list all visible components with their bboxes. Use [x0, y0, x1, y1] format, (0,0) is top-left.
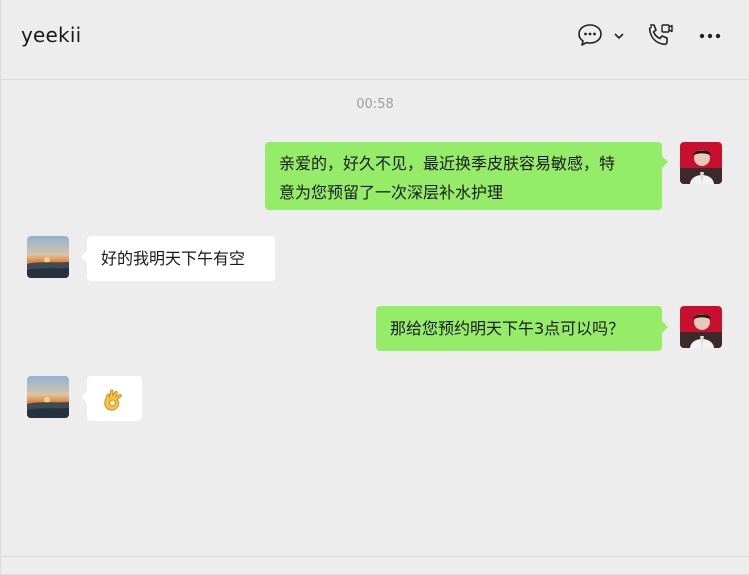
chat-bubble-icon[interactable] [577, 22, 603, 52]
contact-avatar[interactable] [27, 236, 69, 278]
more-icon[interactable] [698, 28, 724, 47]
ok-hand-emoji-icon [101, 386, 127, 421]
chat-header: yeekii [1, 0, 749, 80]
outgoing-message[interactable]: 亲爱的，好久不见，最近换季皮肤容易敏感，特 意为您预留了一次深层补水护理 [265, 142, 662, 210]
my-avatar[interactable] [680, 142, 722, 184]
contact-avatar[interactable] [27, 376, 69, 418]
message-text: 那给您预约明天下午3点可以吗？ [390, 319, 625, 338]
input-divider [1, 556, 749, 557]
message-text-line: 意为您预留了一次深层补水护理 [279, 183, 504, 202]
message-text-line: 亲爱的，好久不见，最近换季皮肤容易敏感，特 [279, 154, 616, 173]
chat-window: yeekii 00:58 亲爱的，好久不见，最近换季皮肤容易敏感，特 意为您预留… [0, 0, 749, 575]
outgoing-message[interactable]: 那给您预约明天下午3点可以吗？ [376, 306, 662, 351]
incoming-message[interactable]: 好的我明天下午有空 [87, 236, 275, 281]
bubble-tail [662, 156, 668, 168]
chevron-down-icon[interactable] [612, 28, 626, 47]
video-call-icon[interactable] [646, 22, 674, 52]
contact-name: yeekii [21, 23, 82, 47]
bubble-tail [662, 321, 668, 333]
message-text: 好的我明天下午有空 [101, 249, 246, 268]
my-avatar[interactable] [680, 306, 722, 348]
message-timestamp: 00:58 [356, 97, 394, 112]
incoming-message[interactable] [87, 376, 142, 421]
